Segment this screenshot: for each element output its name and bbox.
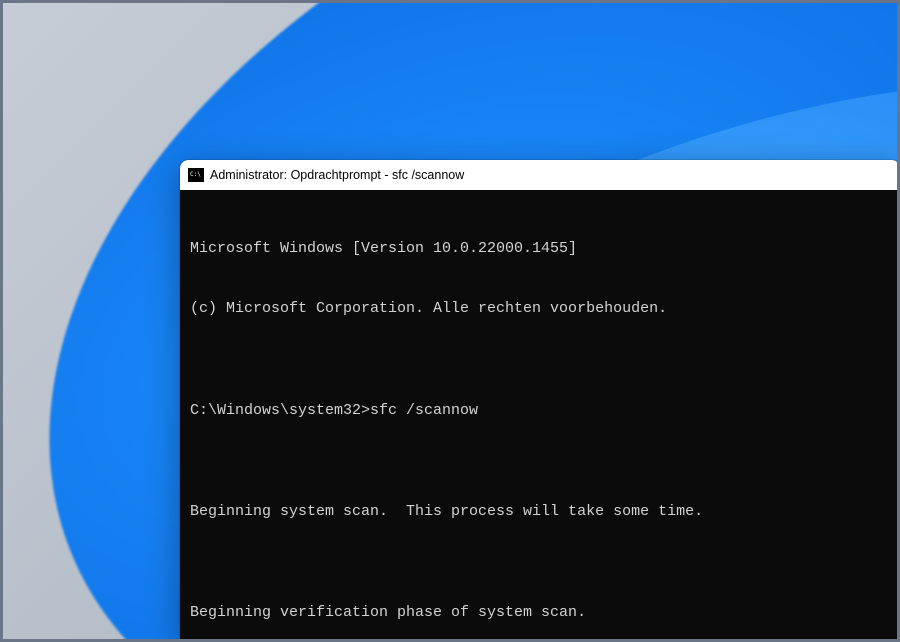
terminal-line: Microsoft Windows [Version 10.0.22000.14… — [190, 239, 890, 259]
terminal-line: Beginning verification phase of system s… — [190, 603, 890, 623]
terminal-output[interactable]: Microsoft Windows [Version 10.0.22000.14… — [180, 190, 900, 640]
terminal-line: Beginning system scan. This process will… — [190, 502, 890, 522]
terminal-line: (c) Microsoft Corporation. Alle rechten … — [190, 299, 890, 319]
terminal-line: C:\Windows\system32>sfc /scannow — [190, 401, 890, 421]
window-title: Administrator: Opdrachtprompt - sfc /sca… — [210, 168, 464, 182]
cmd-icon — [188, 168, 204, 182]
title-bar[interactable]: Administrator: Opdrachtprompt - sfc /sca… — [180, 160, 900, 190]
command-prompt-window[interactable]: Administrator: Opdrachtprompt - sfc /sca… — [180, 160, 900, 640]
